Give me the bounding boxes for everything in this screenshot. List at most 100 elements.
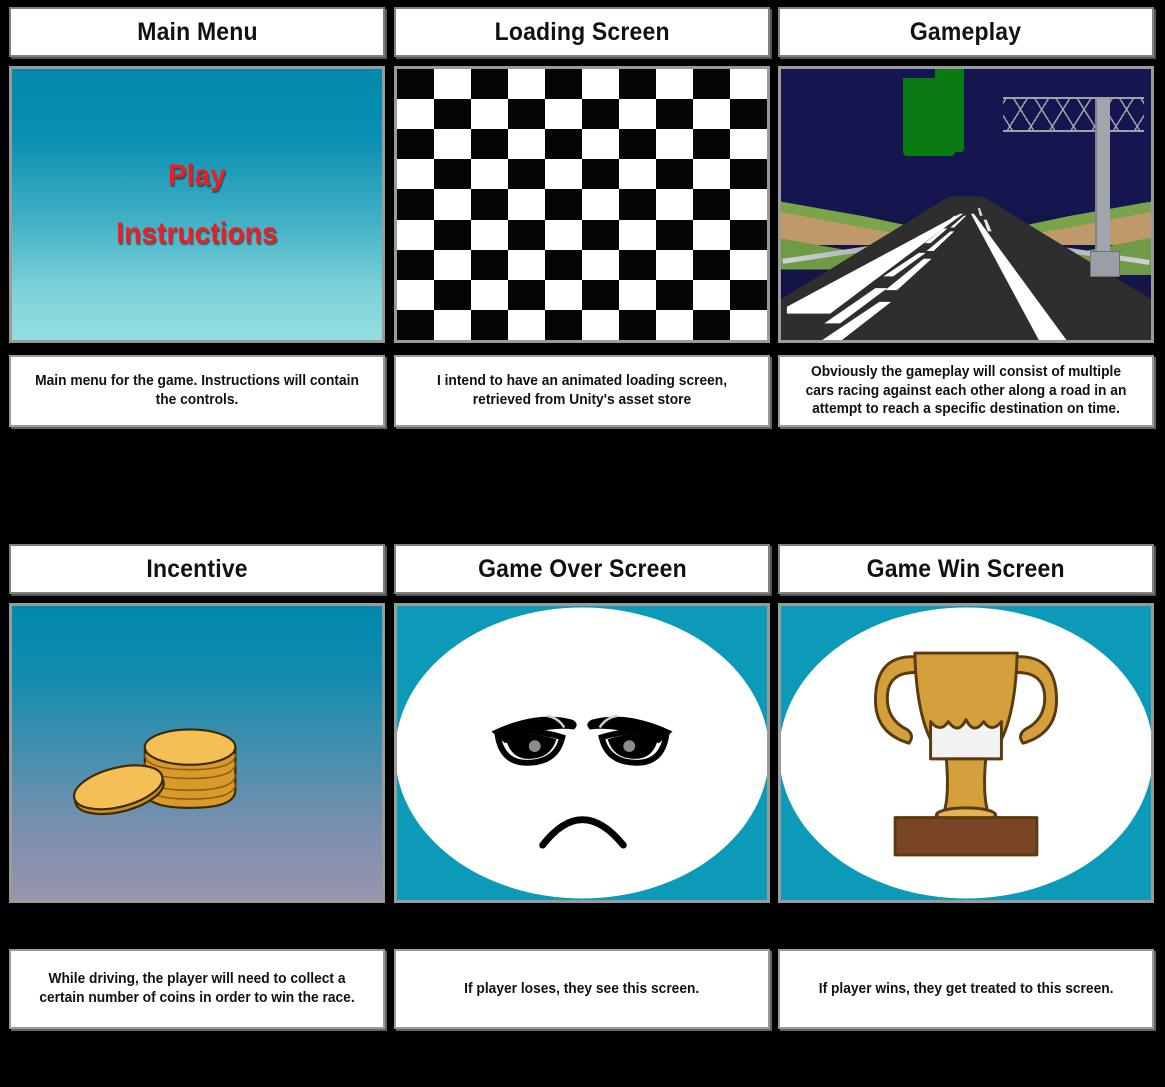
cell-caption: If player loses, they see this screen. xyxy=(464,980,700,997)
checker-square xyxy=(693,159,730,190)
checker-square xyxy=(545,69,582,100)
storyboard-row-2: Incentive While driving, the player will… xyxy=(0,537,1165,1075)
checker-square xyxy=(508,279,545,310)
cell-title-card[interactable]: Incentive xyxy=(9,544,385,594)
cell-caption-card: Obviously the gameplay will consist of m… xyxy=(778,355,1154,427)
checkerboard-graphic xyxy=(397,69,767,340)
cell-caption: I intend to have an animated loading scr… xyxy=(436,373,728,408)
art-panel-gameplay[interactable] xyxy=(778,66,1154,343)
checker-square xyxy=(397,129,434,160)
checker-square xyxy=(434,159,471,190)
checker-square xyxy=(582,159,619,190)
checker-square xyxy=(619,279,656,310)
checker-square xyxy=(545,189,582,220)
checker-square xyxy=(656,249,693,280)
checker-square xyxy=(693,129,730,160)
cell-caption-card: If player loses, they see this screen. xyxy=(394,949,770,1029)
checker-square xyxy=(545,219,582,250)
cell-title-card[interactable]: Game Win Screen xyxy=(778,544,1154,594)
checker-square xyxy=(656,159,693,190)
checker-square xyxy=(730,189,767,220)
checker-square xyxy=(693,279,730,310)
storyboard-cell-incentive[interactable]: Incentive While driving, the player will… xyxy=(6,537,389,1075)
cell-title-card[interactable]: Gameplay xyxy=(778,7,1154,57)
checker-square xyxy=(619,249,656,280)
checker-square xyxy=(693,99,730,130)
checker-square xyxy=(434,249,471,280)
checker-square xyxy=(508,219,545,250)
coin-stack-graphic xyxy=(73,728,237,816)
cell-title-card[interactable]: Game Over Screen xyxy=(394,544,770,594)
checker-square xyxy=(434,279,471,310)
checker-square xyxy=(582,129,619,160)
menu-option-play[interactable]: Play xyxy=(23,159,371,193)
checker-square xyxy=(397,249,434,280)
checker-square xyxy=(434,129,471,160)
checker-square xyxy=(471,189,508,220)
checker-square xyxy=(582,219,619,250)
cell-title: Gameplay xyxy=(910,17,1022,46)
checker-square xyxy=(545,99,582,130)
checker-square xyxy=(508,249,545,280)
storyboard-cell-loading-screen[interactable]: Loading Screen I intend to have an anima… xyxy=(391,0,774,518)
checker-square xyxy=(693,219,730,250)
checker-square xyxy=(619,129,656,160)
checker-square xyxy=(471,159,508,190)
cell-caption: Obviously the gameplay will consist of m… xyxy=(805,364,1127,418)
checker-square xyxy=(397,69,434,100)
cell-title: Main Menu xyxy=(136,17,258,46)
checker-square xyxy=(619,189,656,220)
checker-square xyxy=(730,249,767,280)
checker-square xyxy=(656,69,693,100)
checker-square xyxy=(730,279,767,310)
checker-square xyxy=(656,279,693,310)
checker-square xyxy=(619,99,656,130)
cell-caption-card: While driving, the player will need to c… xyxy=(9,949,385,1029)
gantry-pole-base xyxy=(1089,251,1120,277)
checker-square xyxy=(656,129,693,160)
checker-square xyxy=(730,129,767,160)
art-panel-main-menu[interactable]: Play Instructions xyxy=(9,66,385,343)
cell-caption-card: If player wins, they get treated to this… xyxy=(778,949,1154,1029)
checker-square xyxy=(619,309,656,340)
storyboard-cell-gameplay[interactable]: Gameplay Obviously the gameplay will con… xyxy=(775,0,1158,518)
storyboard-cell-main-menu[interactable]: Main Menu Play Instructions Main menu fo… xyxy=(6,0,389,518)
checker-square xyxy=(656,219,693,250)
checker-square xyxy=(471,129,508,160)
cell-title: Game Over Screen xyxy=(477,554,687,583)
gantry-lattice xyxy=(1003,97,1144,132)
cell-caption: If player wins, they get treated to this… xyxy=(818,980,1114,997)
checker-square xyxy=(434,69,471,100)
checker-square xyxy=(582,99,619,130)
storyboard-cell-game-win[interactable]: Game Win Screen If player wins, they get… xyxy=(775,537,1158,1075)
checker-square xyxy=(471,279,508,310)
checker-square xyxy=(471,249,508,280)
menu-option-instructions[interactable]: Instructions xyxy=(23,217,371,251)
checker-square xyxy=(434,189,471,220)
checker-square xyxy=(582,189,619,220)
art-panel-game-over[interactable] xyxy=(394,603,770,903)
art-panel-loading-screen[interactable] xyxy=(394,66,770,343)
checker-square xyxy=(656,309,693,340)
checker-square xyxy=(619,69,656,100)
checker-square xyxy=(730,99,767,130)
storyboard-cell-game-over[interactable]: Game Over Screen If player loses, they s… xyxy=(391,537,774,1075)
checker-square xyxy=(656,189,693,220)
art-panel-incentive[interactable] xyxy=(9,603,385,903)
checker-square xyxy=(471,99,508,130)
art-panel-game-win[interactable] xyxy=(778,603,1154,903)
checker-square xyxy=(545,279,582,310)
cell-title-card[interactable]: Loading Screen xyxy=(394,7,770,57)
checker-square xyxy=(397,99,434,130)
checker-square xyxy=(693,249,730,280)
cell-caption-card: Main menu for the game. Instructions wil… xyxy=(9,355,385,427)
cell-title-card[interactable]: Main Menu xyxy=(9,7,385,57)
checker-square xyxy=(434,309,471,340)
trophy-graphic xyxy=(873,651,1059,857)
checker-square xyxy=(471,69,508,100)
gantry-support-pole xyxy=(1095,99,1111,259)
checker-square xyxy=(434,99,471,130)
checker-square xyxy=(397,279,434,310)
checker-square xyxy=(471,309,508,340)
checker-square xyxy=(508,69,545,100)
